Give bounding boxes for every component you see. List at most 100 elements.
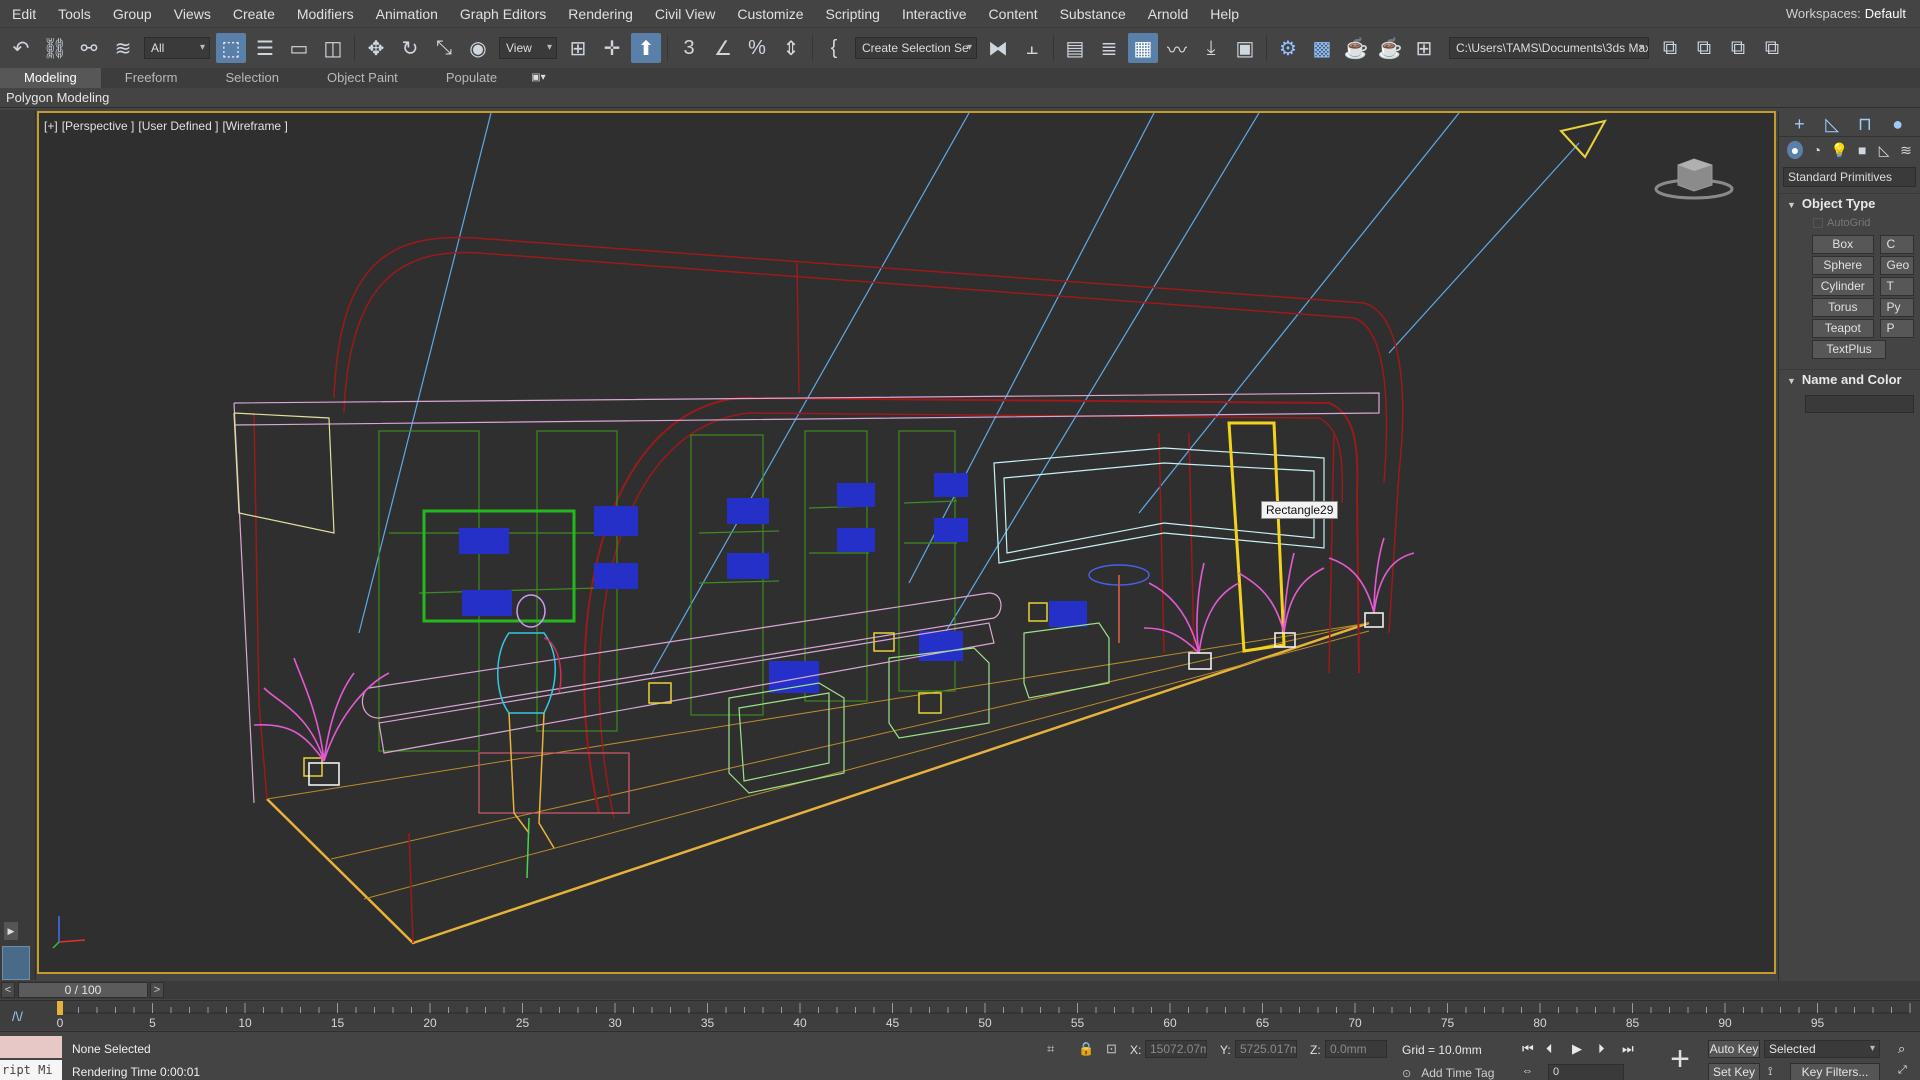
create-object-button-partial[interactable]: C	[1879, 235, 1914, 254]
select-rotate-icon[interactable]: ↻	[395, 33, 425, 63]
create-object-button-partial[interactable]: Py	[1879, 298, 1914, 317]
spinner-snap-icon[interactable]: ⇕	[776, 33, 806, 63]
menu-rendering[interactable]: Rendering	[557, 0, 644, 28]
named-selection-dropdown[interactable]: Create Selection Se	[855, 37, 977, 59]
create-cylinder-button[interactable]: Cylinder	[1812, 277, 1874, 296]
current-frame-marker[interactable]	[57, 1001, 63, 1015]
material-editor-icon[interactable]: ▣	[1230, 33, 1260, 63]
object-type-rollout[interactable]: ▼ Object Type	[1779, 193, 1920, 213]
snaps-toggle-icon[interactable]: 3	[674, 33, 704, 63]
set-key-plus-icon[interactable]: +	[1664, 1042, 1696, 1076]
time-config-icon[interactable]: ⇔	[1522, 1065, 1533, 1077]
add-time-tag[interactable]: ⊙ Add Time Tag	[1402, 1066, 1494, 1080]
menu-create[interactable]: Create	[222, 0, 286, 28]
layer-explorer-icon[interactable]: ≣	[1094, 33, 1124, 63]
create-tab-icon[interactable]: +	[1789, 113, 1810, 135]
select-manipulate-icon[interactable]: ✛	[597, 33, 627, 63]
ribbon-options-icon[interactable]: ▣▾	[531, 68, 557, 88]
expand-layout-icon[interactable]: ▶	[4, 922, 18, 940]
undo-icon[interactable]: ↶	[6, 33, 36, 63]
perspective-viewport[interactable]: [+] [Perspective ] [User Defined ] [Wirefra…	[37, 111, 1776, 974]
create-teapot-button[interactable]: Teapot	[1812, 319, 1874, 338]
hierarchy-tab-icon[interactable]: ⊓	[1855, 113, 1876, 135]
maxscript-listener-pink[interactable]	[0, 1036, 62, 1058]
create-object-button-partial[interactable]: P	[1879, 319, 1914, 338]
shapes-icon[interactable]: ◔	[1809, 141, 1825, 159]
ribbon-tab-modeling[interactable]: Modeling	[0, 68, 101, 88]
cameras-icon[interactable]: ■	[1854, 141, 1870, 159]
menu-edit[interactable]: Edit	[0, 0, 47, 28]
maxscript-mini-listener[interactable]: ript Mi	[0, 1060, 62, 1080]
modify-tab-icon[interactable]: ◺	[1822, 113, 1843, 135]
viewcube-icon[interactable]	[1654, 151, 1734, 201]
render-in-cloud-icon[interactable]: ⊞	[1409, 33, 1439, 63]
edit-named-selection-icon[interactable]: {	[819, 33, 849, 63]
pivot-center-icon[interactable]: ⊞	[563, 33, 593, 63]
select-place-icon[interactable]: ◉	[463, 33, 493, 63]
scene-explorer-icon[interactable]: ▤	[1060, 33, 1090, 63]
bind-spacewarp-icon[interactable]: ≋	[108, 33, 138, 63]
zoom-icon[interactable]: ⌕	[1898, 1041, 1905, 1057]
create-box-button[interactable]: Box	[1812, 235, 1874, 254]
create-sphere-button[interactable]: Sphere	[1812, 256, 1874, 275]
next-frame-icon[interactable]: ⏵	[1598, 1041, 1605, 1057]
menu-arnold[interactable]: Arnold	[1137, 0, 1199, 28]
time-slider[interactable]: < 0 / 100 >	[0, 981, 1920, 999]
menu-substance[interactable]: Substance	[1049, 0, 1137, 28]
selection-filter-dropdown[interactable]: All	[144, 37, 210, 59]
render-production-icon[interactable]: ☕	[1341, 33, 1371, 63]
x-coord-field[interactable]: 15072.07m	[1145, 1040, 1207, 1058]
menu-customize[interactable]: Customize	[726, 0, 814, 28]
workspaces-selector[interactable]: Workspaces: Default	[1786, 0, 1906, 28]
auto-key-button[interactable]: Auto Key	[1708, 1040, 1760, 1058]
z-coord-field[interactable]: 0.0mm	[1325, 1040, 1387, 1058]
keyboard-shortcut-override-icon[interactable]: ⬆	[631, 33, 661, 63]
layout-tab-swatch[interactable]	[2, 946, 30, 980]
prev-frame-arrow[interactable]: <	[1, 982, 15, 998]
ribbon-tab-populate[interactable]: Populate	[422, 68, 521, 88]
menu-group[interactable]: Group	[102, 0, 163, 28]
helpers-icon[interactable]: ◺	[1876, 141, 1892, 159]
go-to-end-icon[interactable]: ⏭	[1622, 1041, 1634, 1057]
menu-content[interactable]: Content	[978, 0, 1049, 28]
create-object-button-partial[interactable]: T	[1879, 277, 1914, 296]
next-frame-arrow[interactable]: >	[150, 982, 164, 998]
ribbon-tab-freeform[interactable]: Freeform	[101, 68, 202, 88]
absolute-mode-icon[interactable]: ⊡	[1106, 1041, 1117, 1057]
menu-modifiers[interactable]: Modifiers	[286, 0, 365, 28]
geometry-icon[interactable]: ●	[1787, 141, 1803, 159]
viewport-menu-plus[interactable]: [+]	[44, 119, 58, 133]
time-slider-thumb[interactable]: 0 / 100	[18, 982, 148, 998]
set-key-button[interactable]: Set Key	[1708, 1063, 1760, 1080]
name-color-rollout[interactable]: ▼ Name and Color	[1779, 369, 1920, 389]
render-setup-icon[interactable]: ⚙	[1273, 33, 1303, 63]
spacewarps-icon[interactable]: ≋	[1898, 141, 1914, 159]
align-icon[interactable]: ⫠	[1017, 33, 1047, 63]
rectangular-selection-icon[interactable]: ▭	[284, 33, 314, 63]
track-bar[interactable]: /\/ 0 5 10 15 20 25 30 35 40 45 50 55 60 65 70 75 80 85 90…	[0, 1000, 1920, 1030]
go-to-start-icon[interactable]: ⏮	[1522, 1041, 1534, 1057]
select-scale-icon[interactable]: ⤡	[429, 33, 459, 63]
create-object-button-partial[interactable]: Geo	[1879, 256, 1914, 275]
previous-frame-icon[interactable]: ⏴	[1546, 1041, 1553, 1057]
viewport-label[interactable]: [+] [Perspective ] [User Defined ] [Wirefra…	[44, 119, 292, 133]
play-icon[interactable]: ▶	[1572, 1041, 1582, 1057]
viewport-shading-label[interactable]: [User Defined ]	[138, 119, 218, 133]
motion-tab-icon[interactable]: ●	[1887, 113, 1908, 135]
percent-snap-icon[interactable]: %	[742, 33, 772, 63]
ribbon-tab-object-paint[interactable]: Object Paint	[303, 68, 422, 88]
orbit-icon[interactable]: ⤢	[1898, 1064, 1907, 1077]
lights-icon[interactable]: 💡	[1831, 141, 1848, 159]
ribbon-panel-label[interactable]: Polygon Modeling	[6, 88, 109, 108]
menu-animation[interactable]: Animation	[365, 0, 449, 28]
menu-views[interactable]: Views	[163, 0, 222, 28]
menu-help[interactable]: Help	[1199, 0, 1250, 28]
schematic-view-icon[interactable]: ⤓	[1196, 33, 1226, 63]
selection-lock-icon[interactable]: 🔒	[1078, 1041, 1094, 1057]
window-crossing-icon[interactable]: ◫	[318, 33, 348, 63]
rendered-frame-window-icon[interactable]: ▩	[1307, 33, 1337, 63]
current-frame-field[interactable]: 0	[1548, 1064, 1624, 1080]
workspaces-value[interactable]: Default	[1865, 6, 1906, 21]
container-tool-icon[interactable]: ⧉	[1757, 33, 1787, 63]
create-torus-button[interactable]: Torus	[1812, 298, 1874, 317]
